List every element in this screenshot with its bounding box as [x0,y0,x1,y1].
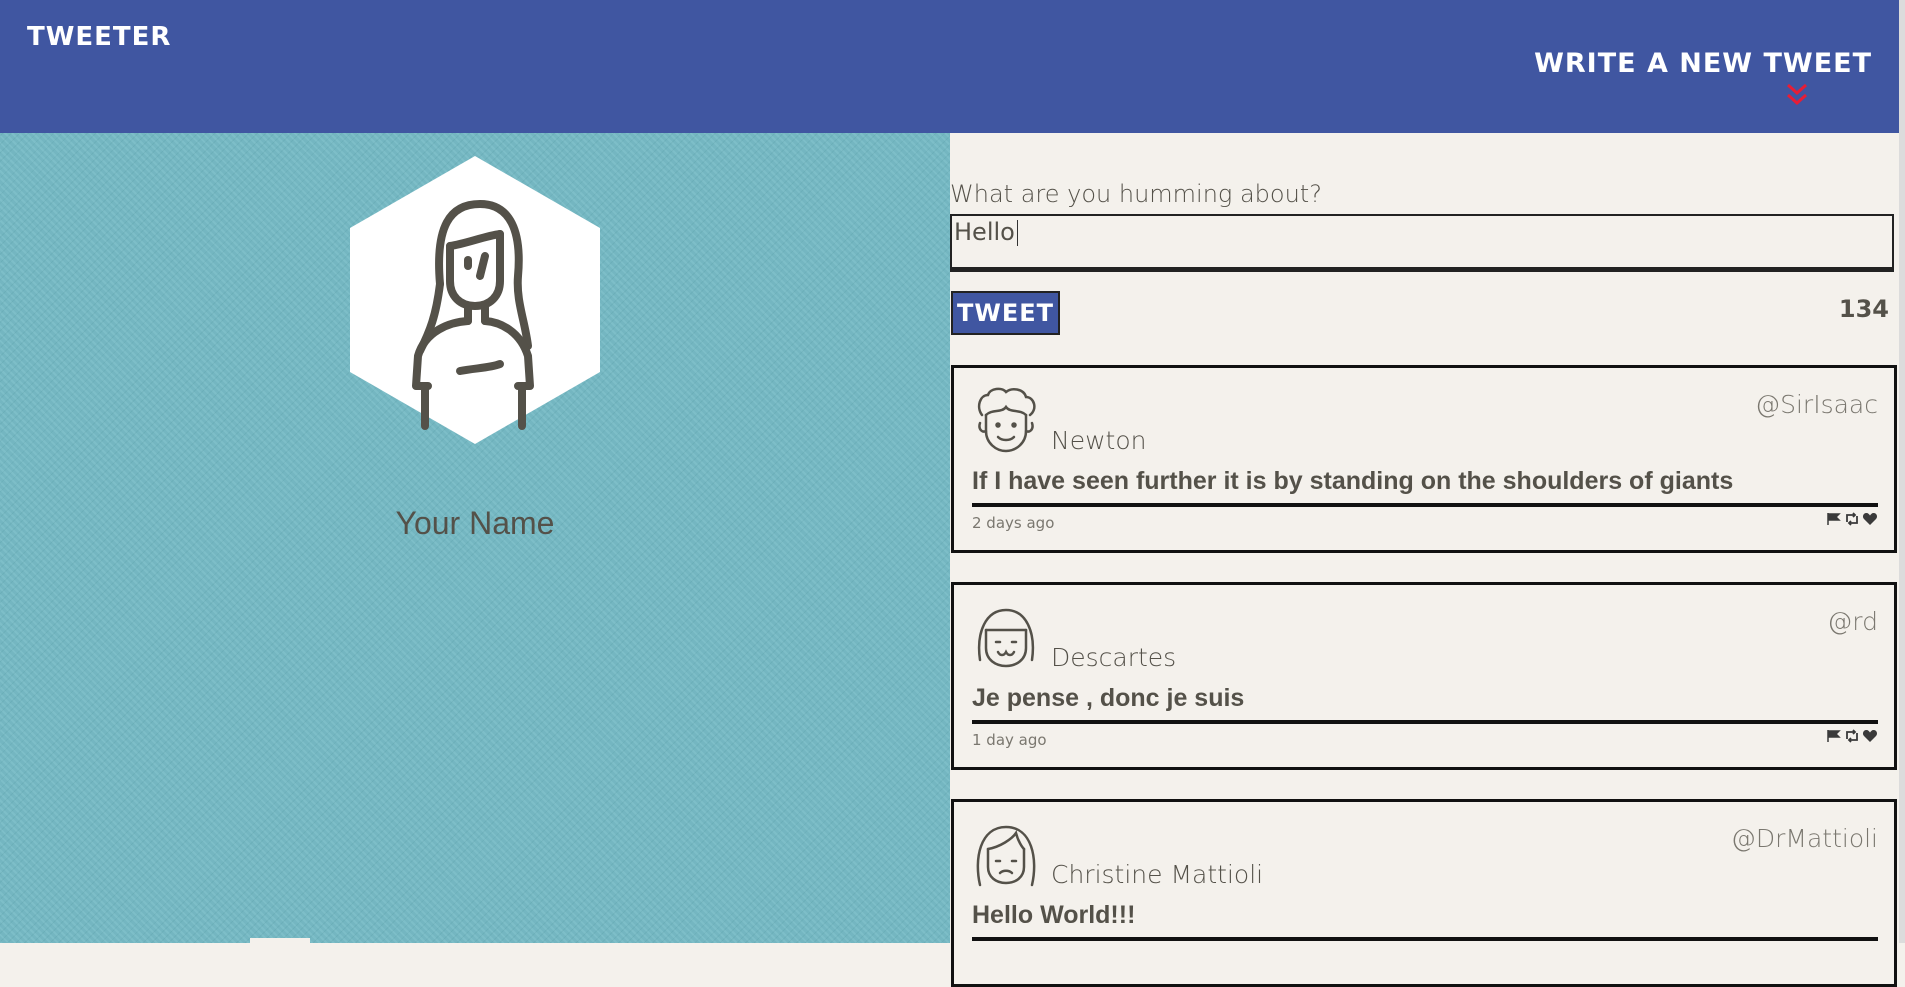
tweet-card: Descartes @rd Je pense , donc je suis 1 … [951,582,1897,770]
flag-icon[interactable] [1826,512,1842,531]
tweet-card: Christine Mattioli @DrMattioli Hello Wor… [951,799,1897,987]
retweet-icon[interactable] [1844,729,1860,748]
profile-name: Your Name [395,505,555,541]
tweet-actions [1826,512,1878,531]
tweet-author: Newton [1051,426,1147,455]
tweet-textarea-value: Hello [954,218,1015,246]
tweet-button[interactable]: TWEET [951,291,1060,335]
scrollbar[interactable] [1899,0,1905,943]
tweet-content: Hello World!!! [972,901,1136,929]
tweet-timestamp: 2 days ago [972,514,1055,532]
tweet-textarea[interactable]: Hello [950,214,1894,272]
tweet-divider [972,937,1878,941]
long-hair-avatar-icon [976,825,1036,887]
heart-icon[interactable] [1862,512,1878,531]
retweet-icon[interactable] [1844,512,1860,531]
tweet-author: Descartes [1051,643,1177,672]
tweet-card: Newton @SirIsaac If I have seen further … [951,365,1897,553]
write-new-tweet-toggle[interactable]: WRITE A NEW TWEET [1534,48,1872,79]
tweet-content: Je pense , donc je suis [972,684,1245,712]
flag-icon[interactable] [1826,729,1842,748]
tweet-author: Christine Mattioli [1051,860,1264,889]
horizontal-scroll-thumb[interactable] [250,938,310,943]
profile-panel: Your Name [0,133,950,943]
tweet-content: If I have seen further it is by standing… [972,467,1734,495]
main-column: What are you humming about? Hello TWEET … [950,133,1899,987]
top-nav-bar: TWEETER WRITE A NEW TWEET [0,0,1899,133]
write-new-tweet-label[interactable]: WRITE A NEW TWEET [1534,48,1872,79]
profile-avatar [350,156,600,444]
tweet-timestamp: 1 day ago [972,731,1047,749]
compose-label: What are you humming about? [950,180,1322,208]
text-caret [1016,220,1018,246]
tweet-handle[interactable]: @SirIsaac [1755,390,1878,419]
woman-avatar-icon [350,156,600,444]
bob-hair-avatar-icon [977,608,1035,668]
curly-man-avatar-icon [977,387,1036,453]
brand-logo[interactable]: TWEETER [27,22,171,52]
tweet-handle[interactable]: @DrMattioli [1731,824,1878,853]
tweet-divider [972,503,1878,507]
double-chevron-down-icon[interactable] [1785,82,1809,108]
tweet-divider [972,720,1878,724]
heart-icon[interactable] [1862,729,1878,748]
char-counter: 134 [1838,295,1889,323]
tweet-actions [1826,729,1878,748]
tweet-handle[interactable]: @rd [1827,607,1878,636]
